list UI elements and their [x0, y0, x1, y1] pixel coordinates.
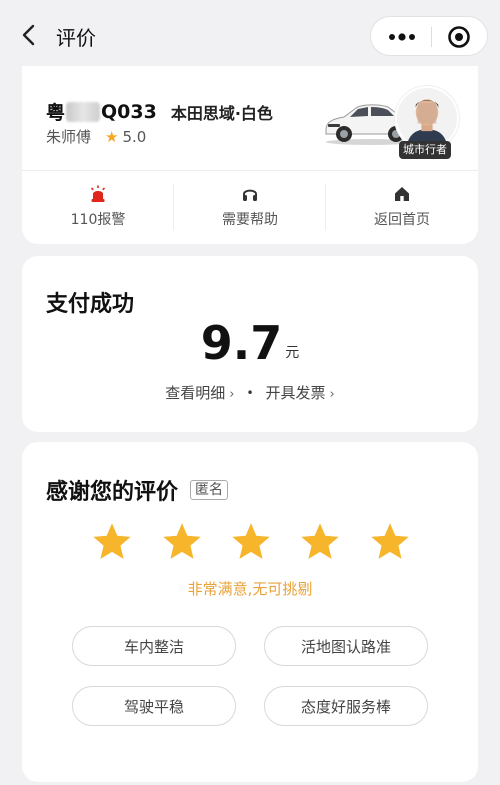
driver-info: 朱师傅 ★ 5.0	[46, 126, 146, 147]
police-call-button[interactable]: 110报警	[22, 170, 174, 244]
view-details-link[interactable]: 查看明细 ›	[165, 382, 234, 403]
payment-status: 支付成功	[46, 292, 135, 317]
amount-row: 9.7 元	[22, 316, 478, 370]
more-dots-icon	[389, 33, 415, 41]
anonymous-badge: 匿名	[190, 480, 229, 500]
plate-suffix: Q033	[101, 100, 157, 123]
license-plate: 粤 Q033	[46, 98, 157, 125]
separator-dot: •	[246, 385, 254, 400]
driver-level-badge: 城市行者	[399, 141, 451, 159]
link-label: 查看明细	[165, 384, 226, 402]
more-button[interactable]	[385, 27, 419, 47]
currency-unit: 元	[285, 345, 300, 361]
tag-label: 活地图认路准	[300, 637, 391, 656]
payment-links: 查看明细 › • 开具发票 ›	[22, 382, 478, 403]
tag-chip[interactable]: 活地图认路准	[264, 626, 428, 666]
star-icon[interactable]	[90, 520, 134, 564]
rating-text: 非常满意,无可挑剔	[187, 580, 313, 598]
star-icon[interactable]	[298, 520, 342, 564]
page-title: 评价	[56, 26, 96, 50]
home-icon	[395, 187, 409, 201]
tag-chip[interactable]: 车内整洁	[72, 626, 236, 666]
help-button[interactable]: 需要帮助	[174, 170, 326, 244]
target-circle-icon	[448, 26, 470, 48]
car-model: 本田思域·白色	[170, 103, 273, 123]
chevron-right-icon: ›	[329, 387, 335, 402]
star-icon[interactable]	[160, 520, 204, 564]
issue-invoice-link[interactable]: 开具发票 ›	[266, 382, 335, 403]
rating-star-icon: ★	[105, 127, 119, 146]
back-button[interactable]	[14, 20, 44, 50]
action-label: 需要帮助	[222, 212, 278, 228]
nav-bar: 评价	[0, 0, 500, 70]
action-label: 110报警	[70, 212, 126, 228]
driver-card: 粤 Q033 本田思域·白色 朱师傅 ★ 5.0 城市行者 110报警 需要帮助…	[22, 66, 478, 244]
tag-label: 态度好服务棒	[300, 697, 391, 716]
plate-row: 粤 Q033 本田思域·白色	[46, 98, 273, 125]
link-label: 开具发票	[265, 384, 326, 402]
evaluation-title: 感谢您的评价 匿名	[46, 474, 229, 506]
payment-amount: 9.7	[200, 316, 283, 370]
alarm-light-icon	[90, 185, 106, 202]
star-icon[interactable]	[229, 520, 273, 564]
mini-program-capsule	[370, 16, 488, 56]
evaluation-card: 感谢您的评价 匿名 非常满意,无可挑剔 车内整洁 活地图认路准 驾驶平稳 态度好…	[22, 442, 478, 782]
tag-chip[interactable]: 驾驶平稳	[72, 686, 236, 726]
plate-blur-mask	[66, 101, 101, 122]
driver-rating: 5.0	[122, 127, 147, 146]
home-button[interactable]: 返回首页	[326, 170, 478, 244]
driver-name: 朱师傅	[46, 128, 92, 146]
tag-chip[interactable]: 态度好服务棒	[264, 686, 428, 726]
plate-prefix: 粤	[46, 102, 66, 124]
headset-icon	[243, 189, 257, 201]
close-mini-program-button[interactable]	[447, 25, 471, 49]
chevron-right-icon: ›	[229, 387, 235, 402]
chevron-left-icon	[22, 24, 35, 46]
star-rating	[22, 520, 478, 564]
tag-label: 车内整洁	[123, 637, 184, 656]
evaluation-heading: 感谢您的评价	[46, 480, 179, 505]
action-label: 返回首页	[374, 212, 430, 228]
tag-label: 驾驶平稳	[123, 697, 184, 716]
payment-card: 支付成功 9.7 元 查看明细 › • 开具发票 ›	[22, 256, 478, 432]
quick-actions: 110报警 需要帮助 返回首页	[22, 170, 478, 244]
capsule-divider	[431, 27, 432, 47]
star-icon[interactable]	[368, 520, 412, 564]
